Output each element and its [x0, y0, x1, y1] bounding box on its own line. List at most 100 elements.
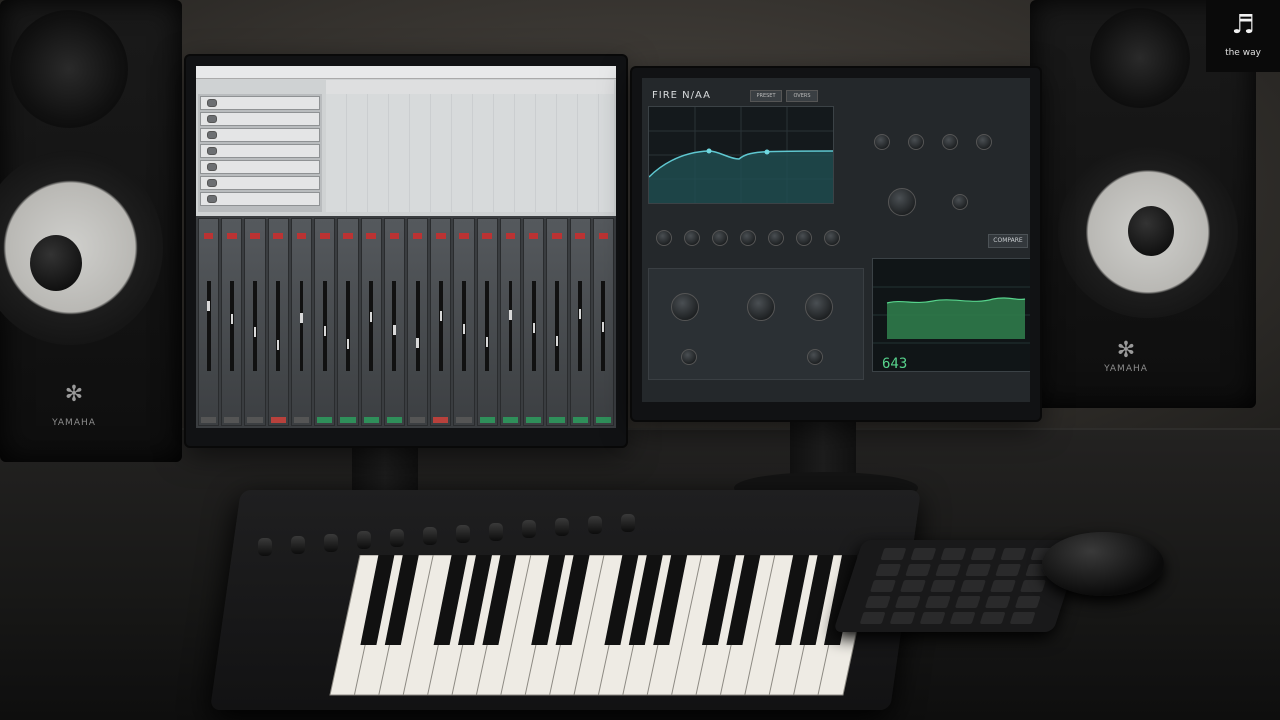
- numpad-key[interactable]: [905, 564, 932, 576]
- param-knob[interactable]: [976, 134, 992, 150]
- channel-label[interactable]: [479, 417, 495, 423]
- channel-label[interactable]: [502, 417, 519, 423]
- fader-handle[interactable]: [277, 340, 280, 350]
- preset-button[interactable]: PRESET: [750, 90, 782, 102]
- midi-knob[interactable]: [588, 516, 602, 534]
- mute-button[interactable]: [319, 233, 330, 239]
- numpad-key[interactable]: [919, 612, 946, 624]
- eq-knob[interactable]: [740, 230, 756, 246]
- eq-knob[interactable]: [768, 230, 784, 246]
- channel-label[interactable]: [247, 417, 263, 423]
- track-header[interactable]: [200, 192, 320, 206]
- mute-button[interactable]: [528, 233, 539, 239]
- fader-handle[interactable]: [602, 322, 605, 332]
- fader-handle[interactable]: [578, 309, 582, 319]
- mute-button[interactable]: [273, 233, 284, 239]
- numpad-key[interactable]: [930, 580, 956, 592]
- numpad-key[interactable]: [984, 596, 1011, 608]
- fader-handle[interactable]: [230, 314, 233, 324]
- param-knob[interactable]: [908, 134, 924, 150]
- attack-knob[interactable]: [681, 349, 697, 365]
- fader-handle[interactable]: [369, 312, 373, 322]
- fader-handle[interactable]: [346, 339, 350, 349]
- threshold-knob[interactable]: [671, 293, 699, 321]
- track-header[interactable]: [200, 96, 320, 110]
- midi-knob[interactable]: [423, 527, 437, 545]
- numpad-key[interactable]: [875, 564, 902, 576]
- midi-knob[interactable]: [357, 531, 371, 550]
- numpad-key[interactable]: [990, 580, 1016, 592]
- oversample-button[interactable]: OVERS: [786, 90, 818, 102]
- mute-button[interactable]: [389, 233, 400, 239]
- fader-handle[interactable]: [439, 311, 442, 321]
- fader-handle[interactable]: [416, 338, 419, 348]
- fader-handle[interactable]: [555, 336, 559, 346]
- fader-handle[interactable]: [323, 326, 326, 336]
- channel-label[interactable]: [526, 417, 542, 423]
- channel-label[interactable]: [293, 417, 310, 423]
- midi-knob[interactable]: [621, 513, 635, 532]
- mute-button[interactable]: [366, 233, 376, 239]
- numpad-key[interactable]: [870, 580, 896, 592]
- eq-node[interactable]: [764, 149, 770, 155]
- channel-label[interactable]: [363, 417, 379, 423]
- channel-label[interactable]: [456, 417, 472, 423]
- eq-knob[interactable]: [712, 230, 728, 246]
- channel-label[interactable]: [409, 417, 426, 423]
- fader-handle[interactable]: [207, 301, 210, 311]
- midi-knob[interactable]: [258, 538, 272, 556]
- mute-button[interactable]: [227, 233, 237, 239]
- fader-handle[interactable]: [393, 325, 396, 335]
- channel-label[interactable]: [270, 417, 286, 423]
- param-knob[interactable]: [942, 134, 958, 150]
- fader-handle[interactable]: [532, 323, 535, 333]
- mute-button[interactable]: [203, 233, 214, 239]
- numpad-key[interactable]: [995, 564, 1022, 576]
- channel-label[interactable]: [317, 417, 333, 423]
- track-volume-knob[interactable]: [207, 131, 217, 139]
- mute-button[interactable]: [598, 233, 609, 239]
- numpad-key[interactable]: [1000, 548, 1027, 560]
- fader-handle[interactable]: [486, 337, 489, 347]
- numpad-key[interactable]: [949, 612, 976, 624]
- numpad-key[interactable]: [910, 548, 937, 560]
- daw-menubar[interactable]: [196, 66, 616, 79]
- channel-label[interactable]: [201, 417, 217, 423]
- numpad-key[interactable]: [1009, 612, 1036, 624]
- mix-knob[interactable]: [888, 188, 916, 216]
- mute-button[interactable]: [250, 233, 260, 239]
- mute-button[interactable]: [505, 233, 516, 239]
- numpad-key[interactable]: [864, 596, 891, 608]
- eq-curve-display[interactable]: [648, 106, 834, 204]
- eq-knob[interactable]: [684, 230, 700, 246]
- fader-handle[interactable]: [509, 310, 512, 320]
- numpad-key[interactable]: [880, 548, 907, 560]
- release-knob[interactable]: [807, 349, 823, 365]
- eq-knob[interactable]: [824, 230, 840, 246]
- numpad-key[interactable]: [935, 564, 962, 576]
- numpad-key[interactable]: [1020, 580, 1046, 592]
- track-volume-knob[interactable]: [207, 99, 217, 107]
- eq-knob[interactable]: [796, 230, 812, 246]
- channel-label[interactable]: [433, 417, 449, 423]
- midi-knob[interactable]: [291, 535, 305, 554]
- mute-button[interactable]: [296, 233, 307, 239]
- daw-timeline-ruler[interactable]: [326, 80, 614, 94]
- track-header[interactable]: [200, 144, 320, 158]
- mute-button[interactable]: [552, 233, 562, 239]
- numpad-key[interactable]: [979, 612, 1006, 624]
- mute-button[interactable]: [459, 233, 469, 239]
- track-header[interactable]: [200, 160, 320, 174]
- channel-label[interactable]: [572, 417, 588, 423]
- numpad-key[interactable]: [900, 580, 926, 592]
- numpad-key[interactable]: [954, 596, 981, 608]
- track-volume-knob[interactable]: [207, 115, 217, 123]
- channel-label[interactable]: [340, 417, 356, 423]
- output-knob[interactable]: [952, 194, 968, 210]
- numpad-key[interactable]: [970, 548, 997, 560]
- track-volume-knob[interactable]: [207, 179, 217, 187]
- track-volume-knob[interactable]: [207, 195, 217, 203]
- mute-button[interactable]: [575, 233, 585, 239]
- fader-handle[interactable]: [300, 313, 303, 323]
- numpad-key[interactable]: [940, 548, 967, 560]
